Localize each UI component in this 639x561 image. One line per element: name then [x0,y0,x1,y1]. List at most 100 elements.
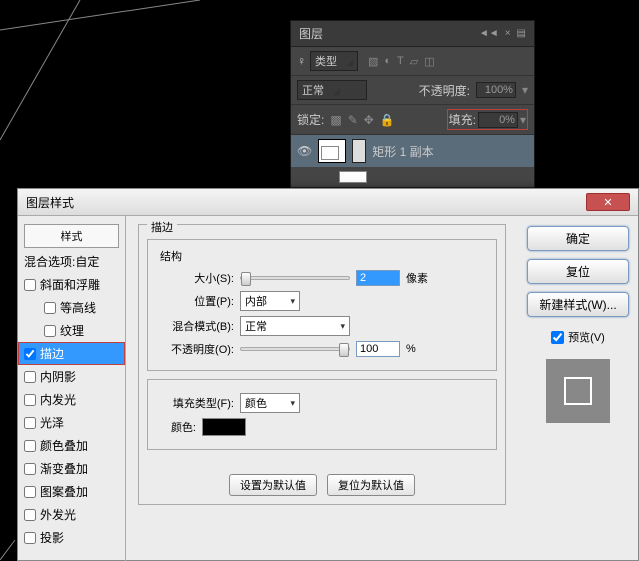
style-item-0[interactable]: 斜面和浮雕 [18,273,125,296]
size-input[interactable] [356,270,400,286]
style-item-4[interactable]: 内阴影 [18,365,125,388]
style-item-8[interactable]: 渐变叠加 [18,457,125,480]
close-icon[interactable]: × [505,28,511,39]
fill-flyout-icon[interactable]: ▾ [520,113,526,127]
layer-thumbnail[interactable] [318,139,346,163]
style-checkbox[interactable] [24,463,36,475]
reset-default-button[interactable]: 复位为默认值 [327,474,415,496]
close-button[interactable]: ✕ [586,193,630,211]
style-checkbox[interactable] [24,394,36,406]
stroke-opacity-slider[interactable] [240,347,350,351]
position-label: 位置(P): [156,293,234,309]
new-style-button[interactable]: 新建样式(W)... [527,292,629,317]
dialog-titlebar[interactable]: 图层样式 ✕ [18,189,638,216]
layer-row[interactable] [291,167,534,187]
style-item-label: 内发光 [40,391,76,408]
color-swatch[interactable] [202,418,246,436]
style-checkbox[interactable] [24,509,36,521]
style-item-11[interactable]: 投影 [18,526,125,549]
style-item-3[interactable]: 描边 [18,342,125,365]
filter-adjust-icon[interactable]: ◐ [384,55,391,68]
style-checkbox[interactable] [24,371,36,383]
fill-input[interactable]: 0% [478,112,518,128]
stroke-opacity-unit: % [406,343,416,355]
style-checkbox[interactable] [24,486,36,498]
stroke-group-label: 描边 [147,219,177,235]
style-item-6[interactable]: 光泽 [18,411,125,434]
ok-button[interactable]: 确定 [527,226,629,251]
style-item-label: 图案叠加 [40,483,88,500]
filter-smart-icon[interactable]: ◫ [424,55,434,68]
style-checkbox[interactable] [44,325,56,337]
style-item-label: 描边 [40,345,64,362]
size-unit: 像素 [406,270,428,286]
style-item-label: 颜色叠加 [40,437,88,454]
menu-icon[interactable]: ▤ [517,28,526,39]
layers-filter-row: ♀ 类型 ◢ ▧ ◐ T ▱ ◫ [291,47,534,76]
size-slider[interactable] [240,276,350,280]
layer-row-selected[interactable]: 👁 矩形 1 副本 [291,135,534,167]
layer-name[interactable]: 矩形 1 副本 [372,143,433,160]
lock-transparent-icon[interactable]: ▩ [330,113,341,127]
layers-panel-title: 图层 [299,25,323,42]
blend-mode-select[interactable]: 正常 ◢ [297,80,367,100]
lock-all-icon[interactable]: 🔒 [380,113,395,127]
reset-button[interactable]: 复位 [527,259,629,284]
filter-shape-icon[interactable]: ▱ [410,55,418,68]
style-checkbox[interactable] [24,532,36,544]
preview-swatch [546,359,610,423]
filter-kind-icon[interactable]: ♀ [297,54,306,68]
style-checkbox[interactable] [24,440,36,452]
lock-label: 锁定: [297,111,324,128]
style-item-2[interactable]: 纹理 [18,319,125,342]
styles-header[interactable]: 样式 [24,224,119,248]
fill-type-label: 填充类型(F): [156,395,234,411]
color-label: 颜色: [156,419,196,435]
style-checkbox[interactable] [24,348,36,360]
visibility-icon[interactable]: 👁 [297,144,312,158]
lock-image-icon[interactable]: ✎ [348,113,358,127]
panel-header-icons: ◄◄ × ▤ [479,28,526,39]
style-item-9[interactable]: 图案叠加 [18,480,125,503]
fill-type-select[interactable]: 颜色▾ [240,393,300,413]
position-select[interactable]: 内部▾ [240,291,300,311]
preview-checkbox-input[interactable] [551,331,564,344]
lock-position-icon[interactable]: ✥ [364,113,374,127]
opacity-flyout-icon[interactable]: ▾ [522,83,528,97]
filter-pixel-icon[interactable]: ▧ [368,55,378,68]
stroke-blend-select[interactable]: 正常▾ [240,316,350,336]
style-list: 样式 混合选项:自定 斜面和浮雕等高线纹理描边内阴影内发光光泽颜色叠加渐变叠加图… [18,216,126,561]
style-item-label: 纹理 [60,322,84,339]
layer-mask-thumbnail[interactable] [352,139,366,163]
blend-options-item[interactable]: 混合选项:自定 [18,250,125,273]
make-default-button[interactable]: 设置为默认值 [229,474,317,496]
style-checkbox[interactable] [24,417,36,429]
size-label: 大小(S): [156,270,234,286]
layers-blend-row: 正常 ◢ 不透明度: 100% ▾ [291,76,534,105]
fill-highlight: 填充: 0% ▾ [447,109,528,130]
dialog-title: 图层样式 [26,194,586,211]
filter-type-icon[interactable]: T [397,55,404,68]
stroke-opacity-input[interactable] [356,341,400,357]
layers-panel: 图层 ◄◄ × ▤ ♀ 类型 ◢ ▧ ◐ T ▱ ◫ 正常 ◢ 不透明度: 10… [290,20,535,188]
structure-label: 结构 [156,248,488,264]
preview-checkbox[interactable]: 预览(V) [551,329,605,345]
style-item-label: 渐变叠加 [40,460,88,477]
style-item-5[interactable]: 内发光 [18,388,125,411]
layer-thumbnail[interactable] [339,171,367,183]
style-item-label: 内阴影 [40,368,76,385]
style-item-label: 投影 [40,529,64,546]
collapse-icon[interactable]: ◄◄ [479,28,499,39]
layer-style-dialog: 图层样式 ✕ 样式 混合选项:自定 斜面和浮雕等高线纹理描边内阴影内发光光泽颜色… [17,188,639,561]
filter-type-select[interactable]: 类型 ◢ [310,51,358,71]
stroke-settings: 描边 结构 大小(S): 像素 位置(P): 内部▾ [126,216,518,561]
fill-label: 填充: [449,111,476,128]
layers-panel-header: 图层 ◄◄ × ▤ [291,21,534,47]
style-checkbox[interactable] [44,302,56,314]
dialog-right-column: 确定 复位 新建样式(W)... 预览(V) [518,216,638,561]
style-item-1[interactable]: 等高线 [18,296,125,319]
style-item-10[interactable]: 外发光 [18,503,125,526]
opacity-input[interactable]: 100% [476,82,516,98]
style-item-7[interactable]: 颜色叠加 [18,434,125,457]
style-checkbox[interactable] [24,279,36,291]
